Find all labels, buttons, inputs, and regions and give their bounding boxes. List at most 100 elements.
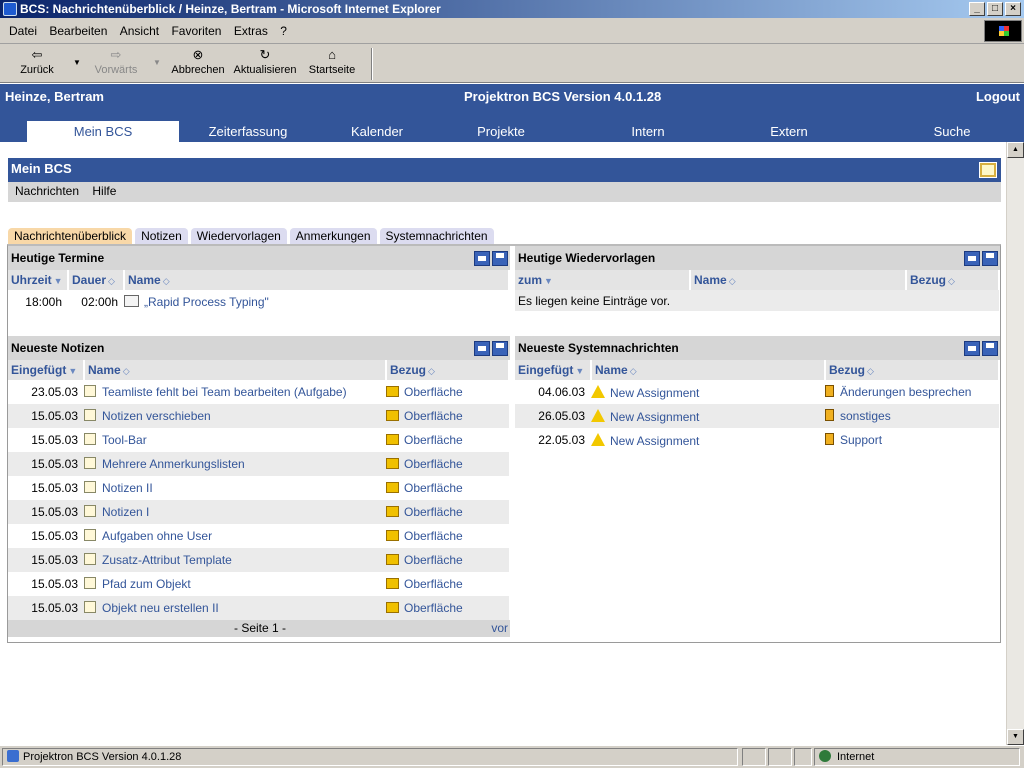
next-page-link[interactable]: vor	[491, 620, 508, 637]
refresh-button[interactable]: ↻ Aktualisieren	[233, 48, 297, 77]
column-header-uhrzeit[interactable]: Uhrzeit ▼	[8, 270, 69, 290]
note-link[interactable]: Aufgaben ohne User	[102, 529, 212, 543]
note-link[interactable]: Notizen I	[102, 505, 149, 519]
tab-wiedervorlagen[interactable]: Wiedervorlagen	[190, 228, 287, 244]
note-link[interactable]: Teamliste fehlt bei Team bearbeiten (Auf…	[102, 385, 347, 399]
save-icon[interactable]	[982, 341, 998, 356]
note-link[interactable]: Mehrere Anmerkungslisten	[102, 457, 245, 471]
column-header-bezug[interactable]: Bezug ◇	[906, 270, 1000, 290]
note-ref-link[interactable]: Oberfläche	[404, 529, 463, 543]
nav-tab-extern[interactable]: Extern	[763, 121, 815, 142]
column-header-name[interactable]: Name ◇	[124, 270, 510, 290]
column-header-name[interactable]: Name ◇	[591, 360, 826, 380]
note-link[interactable]: Notizen verschieben	[102, 409, 211, 423]
maximize-button[interactable]: □	[987, 2, 1003, 16]
note-ref-link[interactable]: Oberfläche	[404, 481, 463, 495]
termin-link[interactable]: „Rapid Process Typing"	[144, 295, 269, 309]
print-icon[interactable]	[964, 251, 980, 266]
column-header-name[interactable]: Name ◇	[690, 270, 907, 290]
column-header-eingefuegt[interactable]: Eingefügt ▼	[8, 360, 85, 380]
note-ref-link[interactable]: Oberfläche	[404, 385, 463, 399]
save-icon[interactable]	[492, 341, 508, 356]
back-dropdown-icon[interactable]: ▼	[73, 58, 81, 67]
menu-bearbeiten[interactable]: Bearbeiten	[49, 24, 107, 38]
message-ref-link[interactable]: Änderungen besprechen	[840, 385, 971, 399]
tab-nachrichtenueberblick[interactable]: Nachrichtenüberblick	[8, 228, 133, 244]
note-icon	[84, 457, 96, 469]
page-icon	[7, 750, 19, 762]
note-ref-cell: Oberfläche	[386, 596, 509, 620]
close-button[interactable]: ×	[1005, 2, 1021, 16]
note-ref-link[interactable]: Oberfläche	[404, 457, 463, 471]
tab-systemnachrichten[interactable]: Systemnachrichten	[379, 228, 494, 244]
menu-ansicht[interactable]: Ansicht	[120, 24, 159, 38]
folder-icon	[386, 434, 399, 445]
tab-anmerkungen[interactable]: Anmerkungen	[289, 228, 377, 244]
message-link[interactable]: New Assignment	[610, 386, 699, 400]
column-header-zum[interactable]: zum ▼	[515, 270, 691, 290]
note-link[interactable]: Pfad zum Objekt	[102, 577, 191, 591]
save-icon[interactable]	[492, 251, 508, 266]
note-ref-link[interactable]: Oberfläche	[404, 577, 463, 591]
note-ref-link[interactable]: Oberfläche	[404, 601, 463, 615]
message-ref-link[interactable]: Support	[840, 433, 882, 447]
note-link[interactable]: Objekt neu erstellen II	[102, 601, 219, 615]
scroll-down-icon[interactable]: ▼	[1007, 729, 1024, 745]
note-ref-link[interactable]: Oberfläche	[404, 553, 463, 567]
column-header-name[interactable]: Name ◇	[84, 360, 387, 380]
note-ref-link[interactable]: Oberfläche	[404, 409, 463, 423]
print-icon[interactable]	[964, 341, 980, 356]
table-row: 15.05.03 Notizen I Oberfläche	[8, 500, 509, 524]
note-icon	[84, 481, 96, 493]
back-label: Zurück	[20, 64, 54, 76]
column-header-dauer[interactable]: Dauer ◇	[68, 270, 125, 290]
message-link[interactable]: New Assignment	[610, 434, 699, 448]
nav-tab-kalender[interactable]: Kalender	[343, 121, 411, 142]
message-ref-link[interactable]: sonstiges	[840, 409, 891, 423]
nav-tab-zeiterfassung[interactable]: Zeiterfassung	[203, 121, 293, 142]
panel-title: Heutige Wiedervorlagen	[518, 251, 656, 265]
print-icon[interactable]	[474, 341, 490, 356]
table-row: 15.05.03 Objekt neu erstellen II Oberfläch…	[8, 596, 509, 620]
home-button[interactable]: ⌂ Startseite	[306, 47, 358, 77]
section-title-bar: Mein BCS	[8, 158, 1001, 182]
menu-help[interactable]: ?	[280, 24, 287, 38]
panel-neueste-systemnachrichten: Neueste Systemnachrichten Eingefügt ▼ Nam…	[515, 336, 1000, 452]
message-link[interactable]: New Assignment	[610, 410, 699, 424]
note-link[interactable]: Notizen II	[102, 481, 153, 495]
menu-favoriten[interactable]: Favoriten	[171, 24, 221, 38]
menu-hilfe[interactable]: Hilfe	[92, 184, 116, 198]
stop-button[interactable]: ⊗ Abbrechen	[170, 48, 226, 77]
column-header-bezug[interactable]: Bezug ◇	[825, 360, 1000, 380]
forward-dropdown-icon[interactable]: ▼	[153, 58, 161, 67]
menu-datei[interactable]: Datei	[9, 24, 37, 38]
table-row: 15.05.03 Mehrere Anmerkungslisten Oberfläc…	[8, 452, 509, 476]
menu-nachrichten[interactable]: Nachrichten	[15, 184, 79, 198]
note-ref-cell: Oberfläche	[386, 452, 509, 476]
logout-link[interactable]: Logout	[976, 89, 1020, 104]
note-ref-link[interactable]: Oberfläche	[404, 505, 463, 519]
scroll-up-icon[interactable]: ▲	[1007, 142, 1024, 158]
notes-icon[interactable]	[979, 162, 997, 178]
nav-tab-intern[interactable]: Intern	[625, 121, 671, 142]
note-date: 15.05.03	[31, 577, 78, 591]
print-icon[interactable]	[474, 251, 490, 266]
forward-button[interactable]: ⇨ Vorwärts	[92, 48, 140, 77]
nav-tab-suche[interactable]: Suche	[928, 121, 976, 142]
menu-extras[interactable]: Extras	[234, 24, 268, 38]
nav-tab-mein-bcs[interactable]: Mein BCS	[27, 121, 179, 142]
note-link[interactable]: Tool-Bar	[102, 433, 147, 447]
minimize-button[interactable]: _	[969, 2, 985, 16]
tab-notizen[interactable]: Notizen	[135, 228, 188, 244]
nav-tab-projekte[interactable]: Projekte	[470, 121, 532, 142]
sort-icon: ◇	[122, 366, 130, 376]
back-button[interactable]: ⇦ Zurück	[18, 48, 56, 77]
note-link[interactable]: Zusatz-Attribut Template	[102, 553, 232, 567]
save-icon[interactable]	[982, 251, 998, 266]
column-header-eingefuegt[interactable]: Eingefügt ▼	[515, 360, 592, 380]
note-ref-link[interactable]: Oberfläche	[404, 433, 463, 447]
column-header-bezug[interactable]: Bezug ◇	[386, 360, 510, 380]
status-text: Projektron BCS Version 4.0.1.28	[23, 751, 182, 763]
home-icon: ⌂	[328, 47, 336, 62]
vertical-scrollbar[interactable]: ▲ ▼	[1006, 142, 1024, 745]
